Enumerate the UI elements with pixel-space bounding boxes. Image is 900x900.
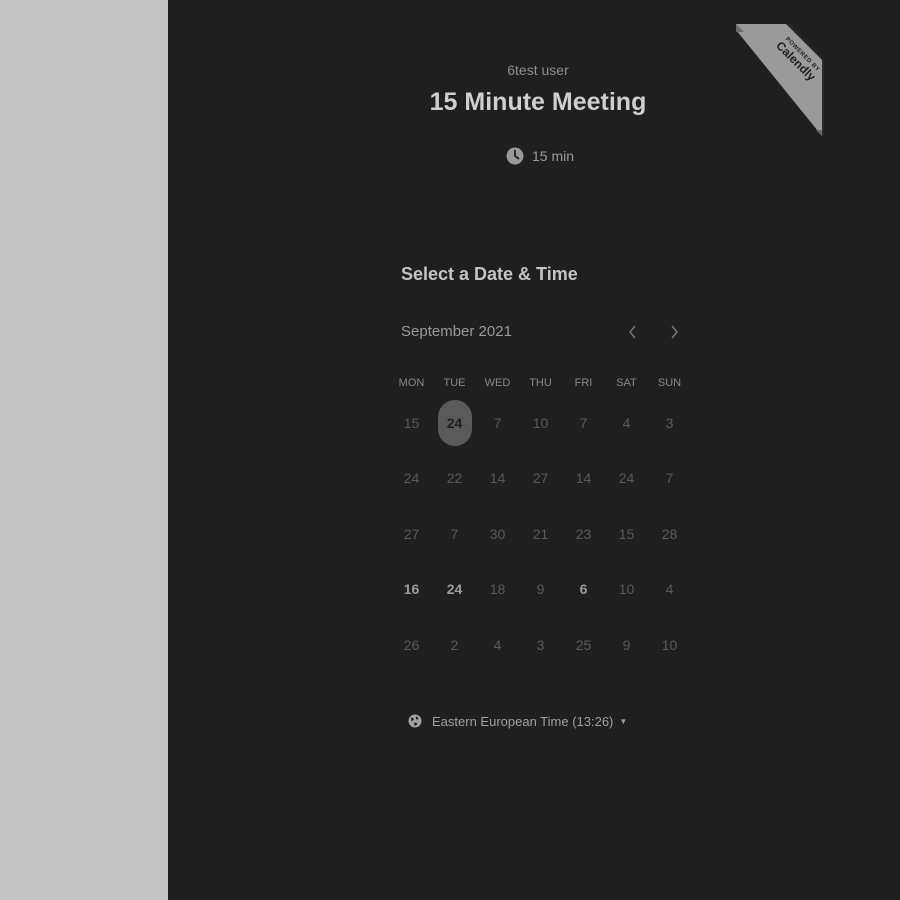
calendar-day-selected[interactable]: 24 xyxy=(433,395,476,451)
event-duration: 15 min xyxy=(506,144,574,168)
select-date-heading: Select a Date & Time xyxy=(401,264,578,284)
next-month-button[interactable] xyxy=(662,320,686,344)
calendar-day: 18 xyxy=(489,581,506,598)
calendar-day: 23 xyxy=(575,525,592,542)
weekday-header: MON TUE WED THU FRI SAT SUN xyxy=(390,377,690,389)
clock-icon xyxy=(506,147,524,165)
calendar-day: 14 xyxy=(575,470,592,487)
calendar-day: 7 xyxy=(493,414,502,431)
calendar-day: 25 xyxy=(575,636,592,653)
chevron-right-icon xyxy=(671,325,678,339)
weekday-label: MON xyxy=(398,377,425,389)
calendar-day[interactable]: 6 xyxy=(562,562,605,618)
duration-label: 15 min xyxy=(532,148,575,164)
weekday-label: SAT xyxy=(616,377,637,389)
timezone-selector[interactable]: Eastern European Time (13:26) ▼ xyxy=(408,711,627,731)
calendar-day: 4 xyxy=(665,581,674,598)
calendar-day: 3 xyxy=(665,414,674,431)
calendar-day: 30 xyxy=(489,525,506,542)
calendar-day: 10 xyxy=(532,414,549,431)
calendar-day: 15 xyxy=(618,525,635,542)
calendar-day: 22 xyxy=(446,470,463,487)
calendar-day: 21 xyxy=(532,525,549,542)
weekday-label: TUE xyxy=(443,377,466,389)
calendar-day: 2 xyxy=(450,636,459,653)
calendar-day: 24 xyxy=(618,470,635,487)
calendar-day: 9 xyxy=(536,581,545,598)
calendar-day: 24 xyxy=(403,470,420,487)
calendar-day[interactable]: 24 xyxy=(433,562,476,618)
calendar-day: 7 xyxy=(450,525,459,542)
selected-day-label: 24 xyxy=(437,399,472,446)
timezone-label: Eastern European Time (13:26) xyxy=(432,713,614,729)
calendar-day: 27 xyxy=(403,525,420,542)
weekday-label: FRI xyxy=(574,377,593,389)
calendar-day: 10 xyxy=(661,636,678,653)
caret-down-icon: ▼ xyxy=(619,716,628,726)
prev-month-button[interactable] xyxy=(621,320,645,344)
weekday-label: WED xyxy=(484,377,511,389)
booking-panel: 6test user 15 Minute Meeting 15 min POWE… xyxy=(168,0,900,900)
calendar-day: 28 xyxy=(661,525,678,542)
chevron-left-icon xyxy=(629,325,636,339)
calendar-day[interactable]: 16 xyxy=(390,562,433,618)
calendar-day: 14 xyxy=(489,470,506,487)
powered-by-calendly-badge[interactable]: POWERED BY Calendly xyxy=(736,24,824,138)
calendar-day: 9 xyxy=(622,636,631,653)
calendar-day: 4 xyxy=(493,636,502,653)
calendar-day-grid: 15 24 7 10 7 4 3 24 22 14 27 14 24 7 27 7 30 21 23 15 28 16 24… xyxy=(390,395,690,673)
calendar-day: 26 xyxy=(403,636,420,653)
calendar-day: 3 xyxy=(536,636,545,653)
weekday-label: SUN xyxy=(657,377,682,389)
calendar-day: 4 xyxy=(622,414,631,431)
calendar-day: 15 xyxy=(403,414,420,431)
calendar-day: 10 xyxy=(618,581,635,598)
calendar-day: 7 xyxy=(665,470,674,487)
weekday-label: THU xyxy=(529,377,552,389)
left-backdrop xyxy=(0,0,168,900)
calendar-day: 7 xyxy=(579,414,588,431)
globe-icon xyxy=(408,714,422,728)
calendar-day: 27 xyxy=(532,470,549,487)
month-label: September 2021 xyxy=(401,323,512,340)
